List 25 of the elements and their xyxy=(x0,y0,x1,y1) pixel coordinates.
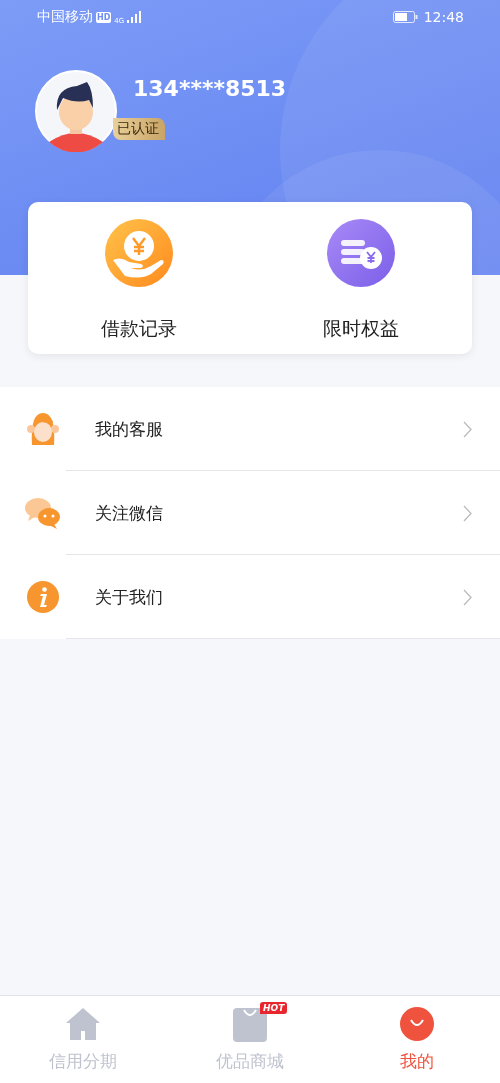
chevron-right-icon xyxy=(463,420,472,438)
support-agent-icon xyxy=(24,411,61,447)
hot-badge: HOT xyxy=(260,1002,288,1014)
chevron-right-icon xyxy=(463,504,472,522)
menu-item[interactable]: 我的客服 xyxy=(0,387,500,471)
yen-coin-hand-icon xyxy=(103,218,175,290)
avatar-drawing[interactable] xyxy=(35,70,117,152)
signal-icon xyxy=(127,11,142,23)
phone-number: 134****8513 xyxy=(133,76,287,101)
quick-action-button[interactable]: 限时权益 xyxy=(250,202,472,354)
menu-item[interactable]: 关注微信 xyxy=(0,471,500,555)
smile-icon xyxy=(398,1006,435,1042)
chat-bubbles-icon xyxy=(23,496,62,530)
info-icon xyxy=(25,580,60,614)
clock-time: 12:48 xyxy=(423,9,464,25)
verified-badge: 已认证 xyxy=(113,118,165,140)
battery-icon xyxy=(392,11,418,23)
tab-button[interactable]: 我的 xyxy=(333,996,500,1083)
coins-icon xyxy=(325,218,397,290)
chevron-right-icon xyxy=(463,588,472,606)
quick-action-button[interactable]: 借款记录 xyxy=(28,202,250,354)
carrier-name: 中国移动 xyxy=(37,8,93,26)
hd-badge: HD xyxy=(96,11,112,23)
tab-button[interactable]: HOT 优品商城 xyxy=(166,996,334,1083)
menu-item[interactable]: 关于我们 xyxy=(0,555,500,639)
